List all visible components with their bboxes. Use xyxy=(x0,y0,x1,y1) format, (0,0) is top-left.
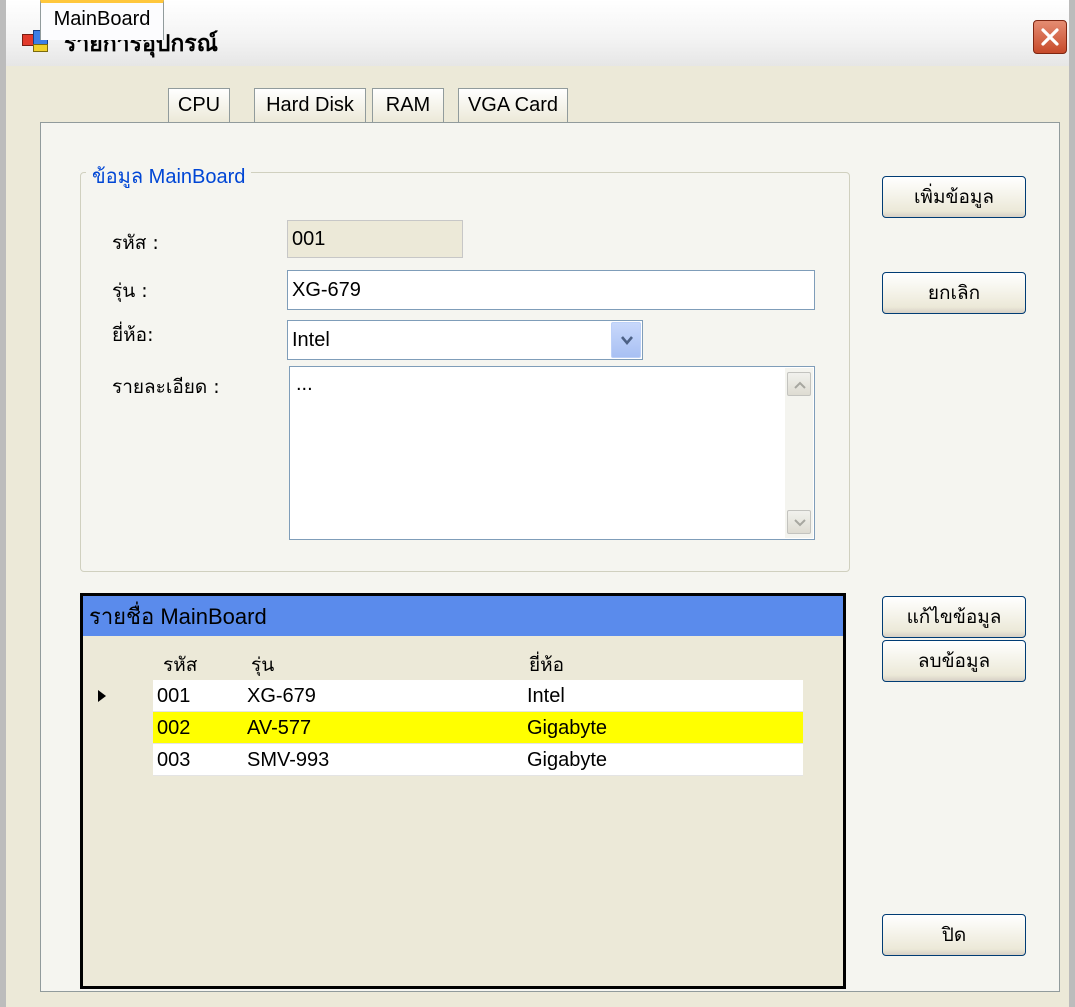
cell-code: 002 xyxy=(157,717,191,739)
model-label: รุ่น : xyxy=(112,280,148,302)
equipment-window: รายการอุปกรณ์ MainBoard CPU Hard Disk RA… xyxy=(0,0,1075,1007)
group-title: ข้อมูล MainBoard xyxy=(86,160,252,192)
chevron-down-icon xyxy=(621,336,633,346)
mainboard-grid[interactable]: รายชื่อ MainBoard รหัส รุ่น ยี่ห้อ 001 X… xyxy=(80,593,846,989)
close-icon xyxy=(1041,28,1059,46)
table-row[interactable]: 003 SMV-993 Gigabyte xyxy=(153,744,803,776)
tab-cpu[interactable]: CPU xyxy=(168,88,230,122)
brand-dropdown-button[interactable] xyxy=(611,322,641,358)
grid-caption: รายชื่อ MainBoard xyxy=(83,596,843,636)
column-header-model[interactable]: รุ่น xyxy=(251,650,274,680)
tab-ram[interactable]: RAM xyxy=(372,88,444,122)
cell-code: 003 xyxy=(157,749,191,771)
cell-brand: Gigabyte xyxy=(527,749,608,771)
table-row[interactable]: 002 AV-577 Gigabyte xyxy=(153,712,803,744)
chevron-up-icon xyxy=(794,381,806,389)
cancel-button[interactable]: ยกเลิก xyxy=(882,272,1026,314)
close-button[interactable]: ปิด xyxy=(882,914,1026,956)
column-header-code[interactable]: รหัส xyxy=(163,650,197,680)
cell-model: XG-679 xyxy=(247,685,316,707)
edit-button[interactable]: แก้ไขข้อมูล xyxy=(882,596,1026,638)
detail-textarea[interactable]: ... xyxy=(289,366,815,540)
cell-model: AV-577 xyxy=(247,717,312,739)
cell-brand: Gigabyte xyxy=(527,717,608,739)
brand-select-value: Intel xyxy=(292,328,330,351)
add-button[interactable]: เพิ่มข้อมูล xyxy=(882,176,1026,218)
brand-select[interactable]: Intel xyxy=(287,320,643,360)
model-field[interactable]: XG-679 xyxy=(287,270,815,310)
cell-model: SMV-993 xyxy=(247,749,330,771)
current-row-arrow-icon xyxy=(98,690,106,702)
scroll-up-button[interactable] xyxy=(787,372,811,396)
code-label: รหัส : xyxy=(112,232,159,254)
title-bar[interactable]: รายการอุปกรณ์ xyxy=(6,0,1069,66)
tab-hard-disk[interactable]: Hard Disk xyxy=(254,88,366,122)
delete-button[interactable]: ลบข้อมูล xyxy=(882,640,1026,682)
cell-brand: Intel xyxy=(527,685,565,707)
chevron-down-icon xyxy=(794,519,806,527)
scroll-down-button[interactable] xyxy=(787,510,811,534)
code-field: 001 xyxy=(287,220,463,258)
detail-label: รายละเอียด : xyxy=(112,376,220,398)
cell-code: 001 xyxy=(157,685,191,707)
brand-label: ยี่ห้อ: xyxy=(112,324,154,346)
table-row[interactable]: 001 XG-679 Intel xyxy=(153,680,803,712)
column-header-brand[interactable]: ยี่ห้อ xyxy=(529,650,564,680)
detail-text: ... xyxy=(296,373,313,395)
close-window-button[interactable] xyxy=(1033,20,1067,54)
tab-mainboard[interactable]: MainBoard xyxy=(40,0,164,40)
tab-vga-card[interactable]: VGA Card xyxy=(458,88,568,122)
detail-scrollbar[interactable] xyxy=(785,368,813,538)
